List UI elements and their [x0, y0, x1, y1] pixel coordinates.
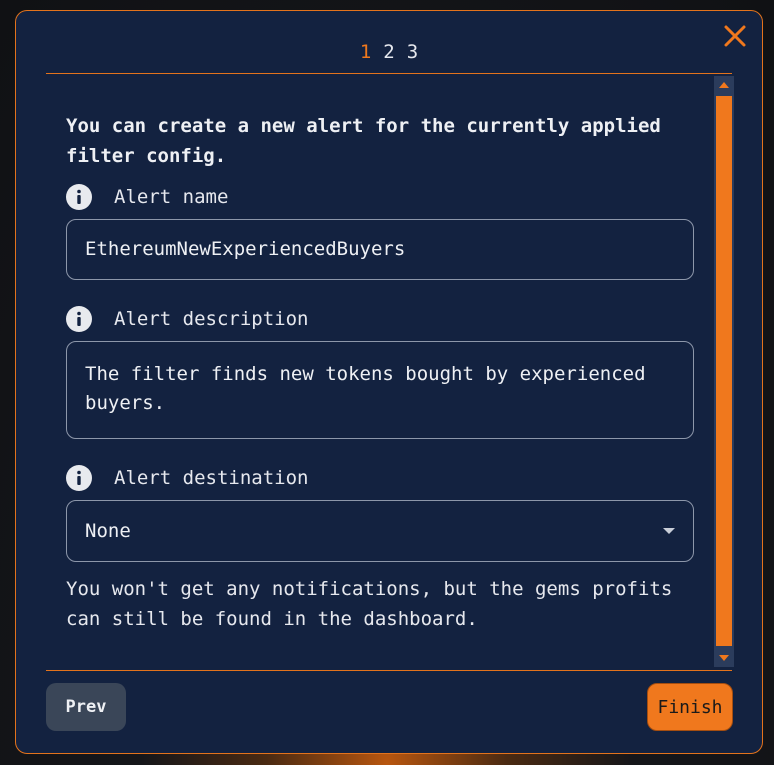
alert-destination-select[interactable]: None: [66, 500, 694, 562]
destination-hint: You won't get any notifications, but the…: [66, 578, 673, 630]
wizard-steps: 123: [16, 41, 762, 63]
alert-destination-label-row: Alert destination: [66, 464, 694, 492]
alert-description-label: Alert description: [114, 308, 309, 330]
info-icon[interactable]: [66, 306, 92, 332]
step-2[interactable]: 2: [383, 41, 394, 63]
content-scrollbar[interactable]: [714, 76, 734, 667]
alert-description-textarea[interactable]: The filter finds new tokens bought by ex…: [66, 341, 694, 439]
scroll-down-arrow-icon[interactable]: [719, 655, 729, 661]
alert-name-input[interactable]: EthereumNewExperiencedBuyers: [66, 219, 694, 280]
header-divider: [46, 73, 732, 74]
step-1[interactable]: 1: [360, 41, 371, 63]
finish-button[interactable]: Finish: [647, 683, 733, 731]
footer-divider: [46, 670, 732, 671]
step-3[interactable]: 3: [407, 41, 418, 63]
alert-name-label: Alert name: [114, 186, 229, 208]
modal-content: You can create a new alert for the curre…: [66, 111, 694, 634]
info-icon[interactable]: [66, 184, 92, 210]
scrollbar-thumb[interactable]: [716, 96, 732, 646]
alert-description-label-row: Alert description: [66, 305, 694, 333]
alert-name-label-row: Alert name: [66, 183, 694, 211]
create-alert-modal: 123 You can create a new alert for the c…: [15, 10, 763, 754]
alert-destination-label: Alert destination: [114, 467, 309, 489]
alert-destination-value: None: [85, 520, 131, 542]
intro-text: You can create a new alert for the curre…: [66, 115, 661, 167]
scroll-up-arrow-icon[interactable]: [719, 82, 729, 88]
chevron-down-icon: [663, 528, 675, 534]
prev-button[interactable]: Prev: [46, 683, 126, 731]
info-icon[interactable]: [66, 465, 92, 491]
